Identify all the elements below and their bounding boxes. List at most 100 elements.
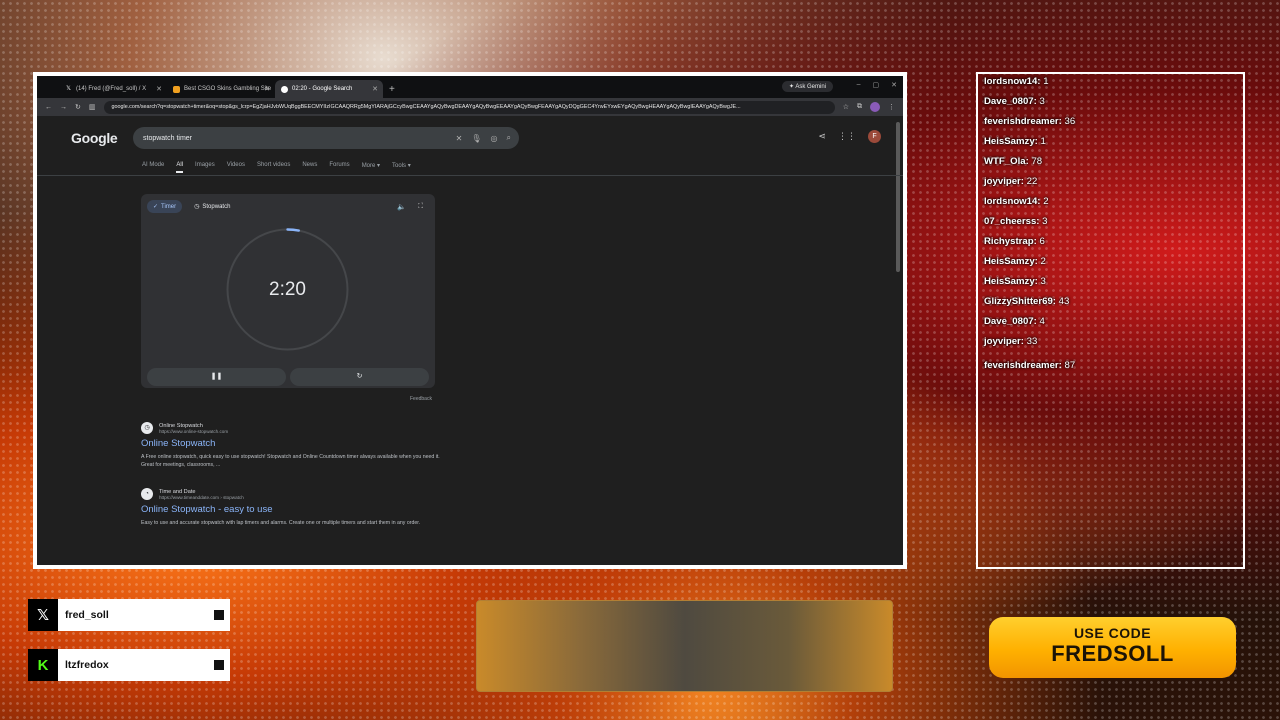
clear-icon[interactable]: ✕ xyxy=(456,133,463,143)
promo-code: FREDSOLL xyxy=(1051,641,1174,666)
timer-widget: ✓ Timer ◷ Stopwatch 🔈 ⛶ 2:20 ❚❚ ↻ xyxy=(141,194,435,388)
volume-icon[interactable]: 🔈 xyxy=(397,203,406,211)
filter-forums[interactable]: Forums xyxy=(329,162,349,173)
chat-message: 07_cheerss: 3 xyxy=(984,216,1048,227)
chat-username: Dave_0807: xyxy=(984,316,1037,327)
chat-message: joyviper: 22 xyxy=(984,176,1037,187)
chat-username: WTF_Ola: xyxy=(984,156,1029,167)
address-bar[interactable]: google.com/search?q=stopwatch+timer&oq=s… xyxy=(103,100,835,114)
tab-timer[interactable]: ✓ Timer xyxy=(147,200,183,213)
share-icon[interactable]: ⋖ xyxy=(818,131,826,142)
promo-code-badge: USE CODE FREDSOLL xyxy=(989,617,1236,678)
filter-all[interactable]: All xyxy=(176,162,184,173)
result-title-link[interactable]: Online Stopwatch - easy to use xyxy=(141,504,441,515)
chat-text: 2 xyxy=(1043,196,1049,207)
address-row: ← → ↻ ▥ google.com/search?q=stopwatch+ti… xyxy=(37,98,903,116)
bookmark-star-icon[interactable]: ☆ xyxy=(843,103,849,111)
menu-icon[interactable]: ⋮ xyxy=(888,103,895,111)
google-logo[interactable]: Google xyxy=(71,130,118,146)
promo-banner xyxy=(476,600,893,692)
search-input[interactable]: stopwatch timer ✕ 🎙 ◎ ⌕ xyxy=(133,127,519,149)
tab-x-profile[interactable]: 𝕏 (14) Fred (@Fred_soll) / X ✕ xyxy=(59,80,167,98)
tab-stopwatch[interactable]: ◷ Stopwatch xyxy=(188,200,236,213)
chat-username: lordsnow14: xyxy=(984,196,1041,207)
chat-message: joyviper: 33 xyxy=(984,336,1037,347)
minimize-icon[interactable]: – xyxy=(857,81,861,89)
close-window-icon[interactable]: ✕ xyxy=(891,81,897,89)
browser-profile-avatar[interactable] xyxy=(870,102,880,112)
filter-videos[interactable]: Videos xyxy=(227,162,245,173)
search-query: stopwatch timer xyxy=(143,134,193,142)
chat-message: HeisSamzy: 1 xyxy=(984,136,1046,147)
window-controls: – ▢ ✕ xyxy=(857,81,897,89)
tab-google-search[interactable]: 02:20 - Google Search ✕ xyxy=(275,80,383,98)
chat-message: HeisSamzy: 3 xyxy=(984,276,1046,287)
lens-icon[interactable]: ◎ xyxy=(491,133,498,143)
chat-username: lordsnow14: xyxy=(984,76,1041,87)
chat-text: 2 xyxy=(1040,256,1046,267)
tab-csgo-site[interactable]: Best CSGO Skins Gambling Site ✕ xyxy=(167,80,275,98)
close-icon[interactable]: ✕ xyxy=(156,85,162,93)
chat-message: HeisSamzy: 2 xyxy=(984,256,1046,267)
site-favicon: ◷ xyxy=(141,422,153,434)
chat-message: Richystrap: 6 xyxy=(984,236,1045,247)
chat-username: HeisSamzy: xyxy=(984,256,1038,267)
chat-message: WTF_Ola: 78 xyxy=(984,156,1042,167)
sidepanel-icon[interactable]: ▥ xyxy=(89,103,96,111)
gemini-label: Ask Gemini xyxy=(795,84,826,90)
apps-grid-icon[interactable]: ⋮⋮ xyxy=(838,131,856,142)
chat-text: 43 xyxy=(1058,296,1070,307)
chat-username: feverishdreamer: xyxy=(984,116,1062,127)
filter-short-videos[interactable]: Short videos xyxy=(257,162,290,173)
chat-username: feverishdreamer: xyxy=(984,360,1062,371)
chat-message: GlizzyShitter69: 43 xyxy=(984,296,1069,307)
back-icon[interactable]: ← xyxy=(45,104,52,111)
filter-ai-mode[interactable]: AI Mode xyxy=(142,162,164,173)
search-icon[interactable]: ⌕ xyxy=(507,133,511,143)
chat-username: HeisSamzy: xyxy=(984,276,1038,287)
result-url[interactable]: https://www.online-stopwatch.com xyxy=(159,429,228,434)
site-icon xyxy=(173,85,180,93)
chat-text: 1 xyxy=(1040,136,1046,147)
reload-icon[interactable]: ↻ xyxy=(75,103,81,111)
filter-images[interactable]: Images xyxy=(195,162,215,173)
tab-stopwatch-label: Stopwatch xyxy=(202,203,231,210)
tab-bar: 𝕏 (14) Fred (@Fred_soll) / X ✕ Best CSGO… xyxy=(37,76,903,98)
close-icon[interactable]: ✕ xyxy=(372,85,378,93)
fullscreen-icon[interactable]: ⛶ xyxy=(418,203,423,211)
chat-message: feverishdreamer: 36 xyxy=(984,116,1075,127)
feedback-link[interactable]: Feedback xyxy=(410,396,432,402)
reset-button[interactable]: ↻ xyxy=(290,368,429,386)
result-title-link[interactable]: Online Stopwatch xyxy=(141,438,441,449)
chat-text: 4 xyxy=(1039,316,1045,327)
tab-label: (14) Fred (@Fred_soll) / X xyxy=(76,86,147,92)
scrollbar[interactable] xyxy=(896,122,900,272)
tab-timer-label: Timer xyxy=(161,203,177,210)
search-result: ◷ Online Stopwatch https://www.online-st… xyxy=(141,422,441,469)
microphone-icon[interactable]: 🎙 xyxy=(471,133,481,143)
new-tab-button[interactable]: + xyxy=(389,84,395,95)
close-icon[interactable]: ✕ xyxy=(264,85,270,93)
x-logo-icon: 𝕏 xyxy=(28,599,58,631)
result-url[interactable]: https://www.timeanddate.com › stopwatch xyxy=(159,495,244,500)
chat-username: Richystrap: xyxy=(984,236,1037,247)
chat-text: 36 xyxy=(1064,116,1076,127)
kick-logo-icon: K xyxy=(28,649,58,681)
pause-button[interactable]: ❚❚ xyxy=(147,368,286,386)
ask-gemini-button[interactable]: ✦ Ask Gemini xyxy=(781,81,833,92)
divider xyxy=(37,175,903,176)
filter-news[interactable]: News xyxy=(302,162,317,173)
profile-avatar[interactable]: F xyxy=(868,130,881,143)
chat-message: lordsnow14: 2 xyxy=(984,196,1049,207)
filter-more[interactable]: More ▾ xyxy=(362,162,380,173)
maximize-icon[interactable]: ▢ xyxy=(873,81,880,89)
forward-icon[interactable]: → xyxy=(60,104,67,111)
social-x: 𝕏 fred_soll xyxy=(28,599,230,631)
chat-text: 22 xyxy=(1026,176,1038,187)
extensions-icon[interactable]: ⧉ xyxy=(857,103,862,111)
chat-text: 1 xyxy=(1043,76,1049,87)
clock-icon: ◷ xyxy=(194,204,200,210)
social-handle: ltzfredox xyxy=(58,649,230,681)
filter-tools[interactable]: Tools ▾ xyxy=(392,162,411,173)
google-icon xyxy=(281,85,288,93)
